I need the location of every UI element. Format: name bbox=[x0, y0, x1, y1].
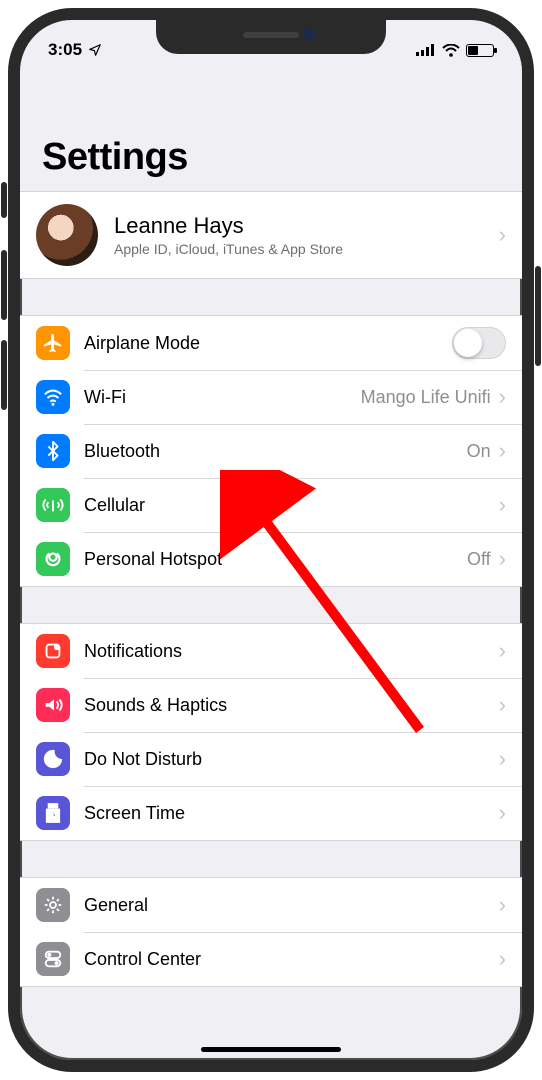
page-header: Settings bbox=[20, 68, 522, 191]
dnd-icon bbox=[36, 742, 70, 776]
screentime-icon bbox=[36, 796, 70, 830]
row-label: Sounds & Haptics bbox=[84, 695, 499, 716]
airplane-switch[interactable] bbox=[452, 327, 506, 359]
row-value: Off bbox=[467, 549, 491, 570]
row-label: Wi-Fi bbox=[84, 387, 361, 408]
row-label: General bbox=[84, 895, 499, 916]
avatar bbox=[36, 204, 98, 266]
row-label: Airplane Mode bbox=[84, 333, 452, 354]
row-label: Notifications bbox=[84, 641, 499, 662]
row-notifications[interactable]: Notifications › bbox=[20, 624, 522, 678]
settings-group: Notifications › Sounds & Haptics › Do No… bbox=[20, 623, 522, 841]
chevron-right-icon: › bbox=[499, 222, 506, 248]
account-name: Leanne Hays bbox=[114, 213, 499, 239]
cellular-icon bbox=[36, 488, 70, 522]
row-value: On bbox=[467, 441, 491, 462]
home-indicator[interactable] bbox=[201, 1047, 341, 1052]
row-label: Personal Hotspot bbox=[84, 549, 467, 570]
row-dnd[interactable]: Do Not Disturb › bbox=[20, 732, 522, 786]
row-controlcenter[interactable]: Control Center › bbox=[20, 932, 522, 986]
cell-signal-icon bbox=[416, 44, 436, 56]
account-group: Leanne Hays Apple ID, iCloud, iTunes & A… bbox=[20, 191, 522, 279]
status-time: 3:05 bbox=[48, 40, 82, 60]
row-label: Cellular bbox=[84, 495, 499, 516]
account-subtitle: Apple ID, iCloud, iTunes & App Store bbox=[114, 241, 499, 257]
row-airplane[interactable]: Airplane Mode bbox=[20, 316, 522, 370]
row-label: Do Not Disturb bbox=[84, 749, 499, 770]
row-label: Bluetooth bbox=[84, 441, 467, 462]
location-icon bbox=[88, 43, 102, 57]
page-title: Settings bbox=[42, 136, 500, 179]
bluetooth-icon bbox=[36, 434, 70, 468]
settings-group: Airplane Mode Wi-Fi Mango Life Unifi › B… bbox=[20, 315, 522, 587]
row-general[interactable]: General › bbox=[20, 878, 522, 932]
row-sounds[interactable]: Sounds & Haptics › bbox=[20, 678, 522, 732]
sounds-icon bbox=[36, 688, 70, 722]
notch bbox=[156, 20, 386, 54]
airplane-icon bbox=[36, 326, 70, 360]
hotspot-icon bbox=[36, 542, 70, 576]
chevron-right-icon: › bbox=[499, 546, 506, 572]
wifi-icon bbox=[36, 380, 70, 414]
row-cellular[interactable]: Cellular › bbox=[20, 478, 522, 532]
row-wifi[interactable]: Wi-Fi Mango Life Unifi › bbox=[20, 370, 522, 424]
chevron-right-icon: › bbox=[499, 800, 506, 826]
notifications-icon bbox=[36, 634, 70, 668]
row-value: Mango Life Unifi bbox=[361, 387, 491, 408]
chevron-right-icon: › bbox=[499, 692, 506, 718]
screen: 3:05 Settings bbox=[20, 20, 522, 1060]
row-label: Screen Time bbox=[84, 803, 499, 824]
account-row[interactable]: Leanne Hays Apple ID, iCloud, iTunes & A… bbox=[20, 192, 522, 278]
row-label: Control Center bbox=[84, 949, 499, 970]
gear-icon bbox=[36, 888, 70, 922]
controlcenter-icon bbox=[36, 942, 70, 976]
chevron-right-icon: › bbox=[499, 892, 506, 918]
chevron-right-icon: › bbox=[499, 438, 506, 464]
chevron-right-icon: › bbox=[499, 638, 506, 664]
wifi-status-icon bbox=[442, 44, 460, 57]
row-screentime[interactable]: Screen Time › bbox=[20, 786, 522, 840]
chevron-right-icon: › bbox=[499, 384, 506, 410]
row-hotspot[interactable]: Personal Hotspot Off › bbox=[20, 532, 522, 586]
battery-icon bbox=[466, 44, 494, 57]
settings-group: General › Control Center › bbox=[20, 877, 522, 987]
row-bluetooth[interactable]: Bluetooth On › bbox=[20, 424, 522, 478]
chevron-right-icon: › bbox=[499, 492, 506, 518]
chevron-right-icon: › bbox=[499, 946, 506, 972]
chevron-right-icon: › bbox=[499, 746, 506, 772]
phone-frame: 3:05 Settings bbox=[8, 8, 534, 1072]
